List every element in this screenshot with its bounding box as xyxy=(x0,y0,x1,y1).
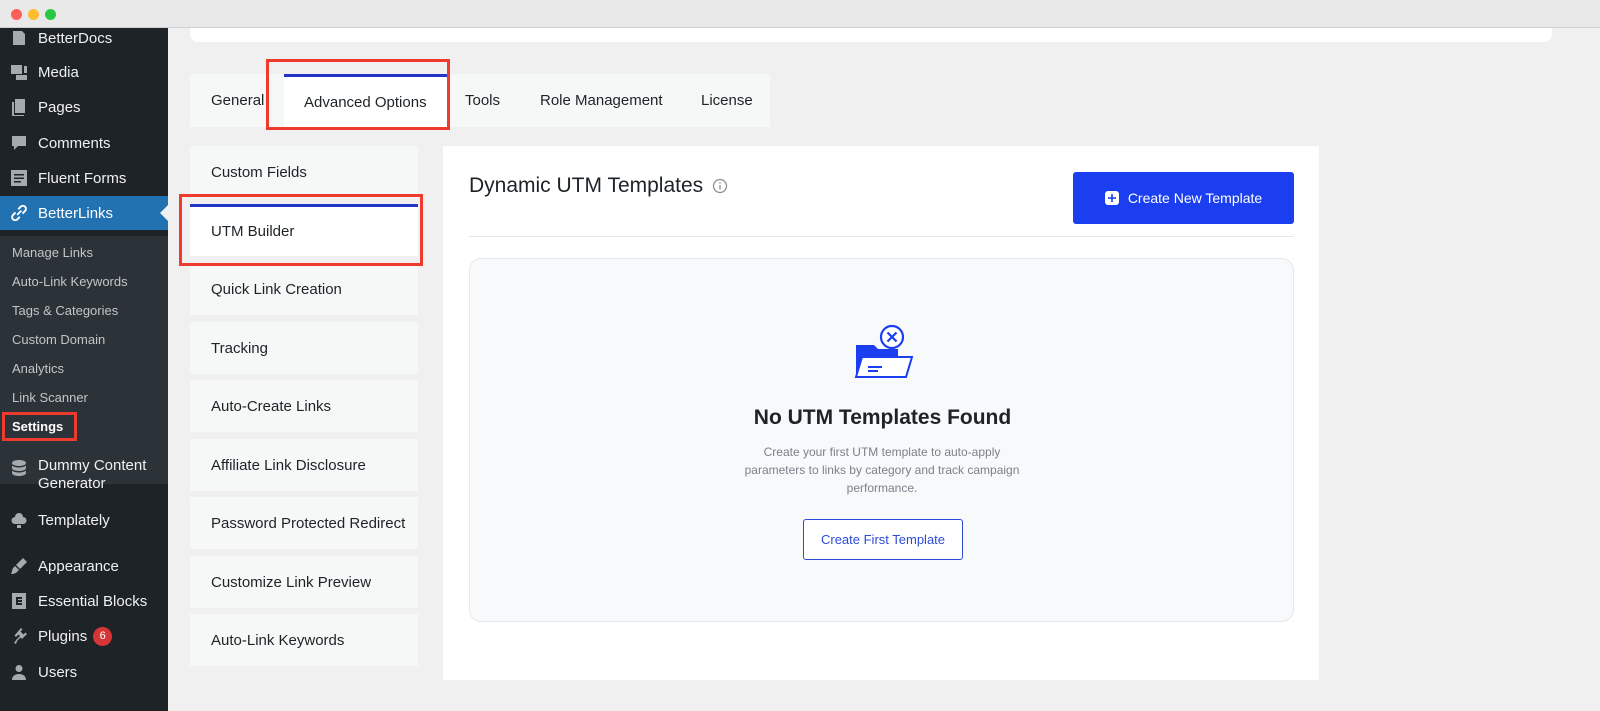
submenu-link-scanner[interactable]: Link Scanner xyxy=(12,387,88,409)
nav-item-auto-create-links[interactable]: Auto-Create Links xyxy=(190,380,418,432)
menu-item-appearance[interactable]: Appearance xyxy=(0,549,168,583)
menu-item-essential-blocks[interactable]: Essential Blocks xyxy=(0,584,168,618)
tab-tools[interactable]: Tools xyxy=(465,74,500,127)
fluent-forms-icon xyxy=(8,167,30,189)
panel-divider xyxy=(469,236,1294,237)
nav-item-password-protected-redirect[interactable]: Password Protected Redirect xyxy=(190,497,418,549)
submenu-custom-domain[interactable]: Custom Domain xyxy=(12,329,105,351)
info-icon[interactable] xyxy=(712,178,728,194)
nav-item-tracking[interactable]: Tracking xyxy=(190,322,418,374)
appearance-icon xyxy=(8,555,30,577)
betterdocs-icon xyxy=(8,27,30,49)
menu-item-comments[interactable]: Comments xyxy=(0,126,168,160)
panel-title: Dynamic UTM Templates xyxy=(469,174,728,198)
tab-advanced-options[interactable]: Advanced Options xyxy=(284,74,447,127)
settings-tabs: General Advanced Options Tools Role Mana… xyxy=(190,74,770,127)
nav-item-affiliate-link-disclosure[interactable]: Affiliate Link Disclosure xyxy=(190,439,418,491)
nav-item-auto-link-keywords[interactable]: Auto-Link Keywords xyxy=(190,614,418,666)
tab-role-management[interactable]: Role Management xyxy=(540,74,663,127)
menu-item-pages[interactable]: Pages xyxy=(0,90,168,124)
empty-state-title: No UTM Templates Found xyxy=(753,406,1012,429)
menu-item-betterdocs[interactable]: BetterDocs xyxy=(0,21,168,55)
tab-license[interactable]: License xyxy=(701,74,753,127)
nav-item-custom-fields[interactable]: Custom Fields xyxy=(190,146,418,198)
submenu-tags-categories[interactable]: Tags & Categories xyxy=(12,300,118,322)
minimize-window-button[interactable] xyxy=(28,9,39,20)
comments-icon xyxy=(8,132,30,154)
database-icon xyxy=(8,457,30,479)
submenu-manage-links[interactable]: Manage Links xyxy=(12,242,93,264)
essential-blocks-icon xyxy=(8,590,30,612)
admin-sidebar: BetterDocs Media Pages Comments Fluent F… xyxy=(0,28,168,711)
users-icon xyxy=(8,661,30,683)
menu-item-plugins[interactable]: Plugins 6 xyxy=(0,619,168,653)
browser-window: BetterDocs Media Pages Comments Fluent F… xyxy=(0,28,1600,711)
maximize-window-button[interactable] xyxy=(45,9,56,20)
menu-item-users[interactable]: Users xyxy=(0,655,168,689)
submenu-auto-link-keywords[interactable]: Auto-Link Keywords xyxy=(12,271,128,293)
tab-general[interactable]: General xyxy=(211,74,264,127)
nav-item-quick-link-creation[interactable]: Quick Link Creation xyxy=(190,263,418,315)
utm-templates-panel: Dynamic UTM Templates Create New Templat… xyxy=(443,146,1319,680)
menu-item-media[interactable]: Media xyxy=(0,55,168,89)
submenu-settings[interactable]: Settings xyxy=(12,416,63,438)
templately-icon xyxy=(8,509,30,531)
menu-item-dummy-content-generator[interactable]: Dummy Content Generator xyxy=(0,452,168,504)
top-card xyxy=(190,28,1552,42)
empty-state: No UTM Templates Found Create your first… xyxy=(469,258,1294,622)
nav-item-customize-link-preview[interactable]: Customize Link Preview xyxy=(190,556,418,608)
main-content: General Advanced Options Tools Role Mana… xyxy=(168,28,1600,711)
nav-item-utm-builder[interactable]: UTM Builder xyxy=(190,204,418,256)
empty-state-description: Create your first UTM template to auto-a… xyxy=(744,445,1020,495)
submenu-analytics[interactable]: Analytics xyxy=(12,358,64,380)
pages-icon xyxy=(8,96,30,118)
menu-item-templately[interactable]: Templately xyxy=(0,503,168,537)
window-chrome xyxy=(0,0,1600,28)
betterlinks-icon xyxy=(8,202,30,224)
plugins-icon xyxy=(8,625,30,647)
media-icon xyxy=(8,61,30,83)
menu-item-betterlinks[interactable]: BetterLinks xyxy=(0,196,168,230)
plus-square-icon xyxy=(1104,191,1119,205)
betterlinks-submenu: Manage Links Auto-Link Keywords Tags & C… xyxy=(0,236,168,484)
create-first-template-button[interactable]: Create First Template xyxy=(803,519,963,560)
plugins-update-badge: 6 xyxy=(93,626,113,646)
menu-item-fluent-forms[interactable]: Fluent Forms xyxy=(0,161,168,195)
folder-error-icon xyxy=(854,324,914,378)
close-window-button[interactable] xyxy=(11,9,22,20)
create-new-template-button[interactable]: Create New Template xyxy=(1073,172,1294,224)
